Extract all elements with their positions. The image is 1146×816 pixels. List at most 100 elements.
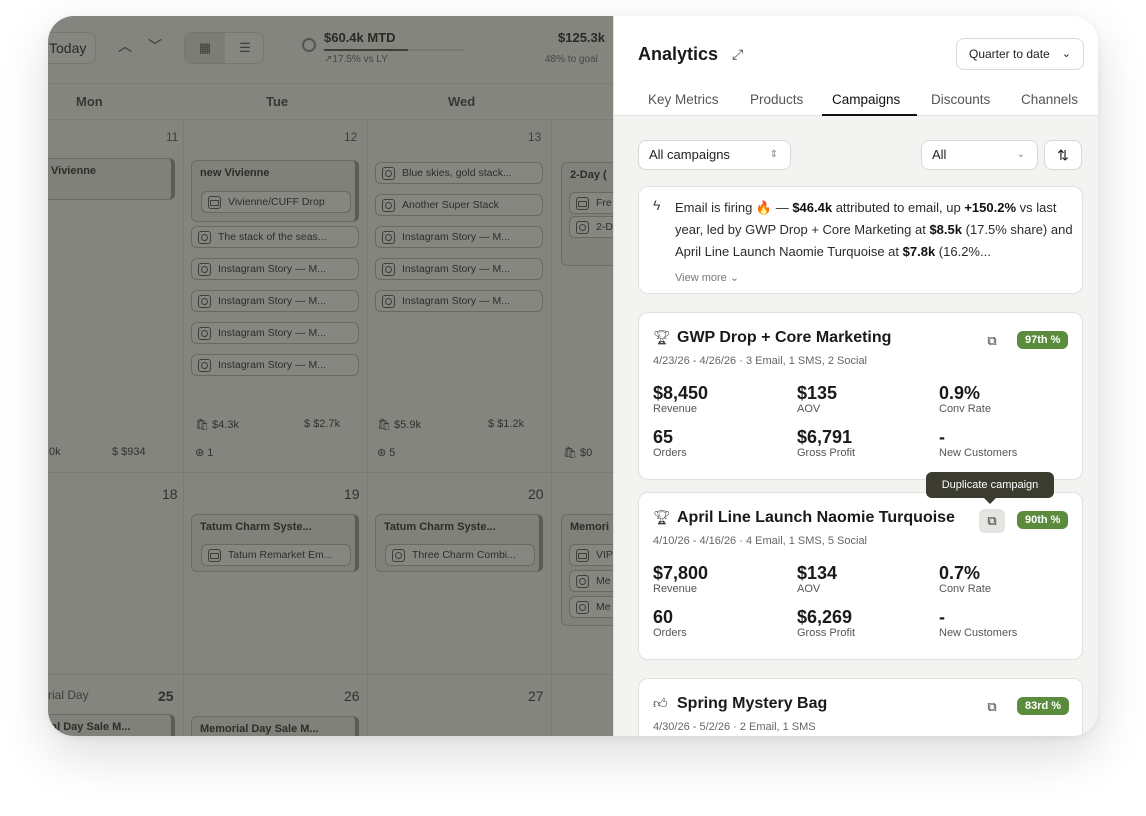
metric-label: New Customers	[939, 627, 1018, 639]
campaign-dates: 4/23/26 - 4/26/26 · 3 Email, 1 SMS, 2 So…	[653, 355, 868, 367]
share-icon	[576, 575, 589, 588]
social-event-chip[interactable]: Instagram Story — M...	[191, 290, 359, 312]
calendar-toolbar: Today ︿ ﹀ ▦ ☰ $60.4k MTD ↗17.5% vs LY $1…	[48, 16, 613, 84]
mtd-progress-bar	[324, 49, 464, 51]
day-header-mon: Mon	[76, 94, 103, 109]
insight-segment: Email is firing 🔥 —	[675, 200, 793, 215]
panel-title: Analytics	[638, 44, 719, 64]
metric-orders: 60 Orders	[653, 607, 687, 640]
calendar-view: Today ︿ ﹀ ▦ ☰ $60.4k MTD ↗17.5% vs LY $1…	[48, 16, 613, 736]
social-event-chip[interactable]: Instagram Story — M...	[375, 290, 543, 312]
view-toggle: ▦ ☰	[184, 32, 264, 64]
stat-value: 5	[389, 447, 396, 459]
grid-line	[48, 472, 613, 473]
insight-segment: (16.2%...	[935, 244, 991, 259]
metric-orders: 65 Orders	[653, 427, 687, 460]
social-event-chip[interactable]: Blue skies, gold stack...	[375, 162, 543, 184]
social-event-chip[interactable]: Three Charm Combi...	[385, 544, 535, 566]
sort-icon[interactable]: ⇅	[1044, 140, 1082, 170]
event-title: Vivienne	[51, 165, 97, 177]
campaign-filter-label: All campaigns	[649, 147, 730, 162]
email-icon	[208, 196, 221, 209]
campaign-title: GWP Drop + Core Marketing	[677, 329, 892, 346]
period-select[interactable]: Quarter to date ⌄	[956, 38, 1084, 70]
view-more-link[interactable]: View more ⌄	[675, 271, 739, 284]
email-event-chip[interactable]: Vivienne/CUFF Drop	[201, 191, 351, 213]
tab-channels[interactable]: Channels	[1021, 92, 1078, 107]
insight-text: Email is firing 🔥 — $46.4k attributed to…	[675, 197, 1075, 263]
instagram-icon	[382, 231, 395, 244]
event-title: new Vivienne	[200, 167, 270, 179]
metric-value: $6,269	[797, 607, 853, 627]
social-event-chip[interactable]: Instagram Story — M...	[191, 258, 359, 280]
social-event-chip[interactable]: Instagram Story — M...	[191, 322, 359, 344]
day-spend-stat: $ $1.2k	[488, 418, 525, 430]
sms-event-chip[interactable]: 2-D	[569, 216, 613, 238]
expand-icon[interactable]: ⤢	[732, 46, 743, 63]
chip-label: VIP	[596, 549, 613, 561]
lightning-icon: ϟ	[653, 197, 661, 213]
app-window: Today ︿ ﹀ ▦ ☰ $60.4k MTD ↗17.5% vs LY $1…	[48, 16, 1098, 736]
event-title: Tatum Charm Syste...	[200, 521, 312, 533]
calendar-event-group[interactable]: 2-Day (	[561, 162, 613, 266]
sms-event-chip[interactable]: Me	[569, 596, 613, 618]
campaign-card[interactable]: 👍︎ Spring Mystery Bag 4/30/26 - 5/2/26 ·…	[638, 678, 1083, 736]
metric-value: $7,800	[653, 563, 709, 583]
chip-label: Tatum Remarket Em...	[228, 549, 333, 561]
chevron-updown-icon: ⇕	[769, 149, 778, 160]
duplicate-tooltip: Duplicate campaign	[926, 472, 1054, 504]
previous-arrow-icon[interactable]: ︿	[118, 36, 132, 56]
grid-view-icon[interactable]: ▦	[185, 33, 225, 63]
calendar-event[interactable]: Memorial Day Sale M...	[191, 716, 359, 736]
day-number: 19	[344, 486, 360, 502]
social-event-chip[interactable]: Another Super Stack	[375, 194, 543, 216]
duplicate-icon[interactable]: ⧉	[979, 509, 1005, 533]
campaign-filter-select[interactable]: All campaigns ⇕	[638, 140, 791, 170]
campaign-card[interactable]: 🏆︎ GWP Drop + Core Marketing 4/23/26 - 4…	[638, 312, 1083, 480]
chip-label: Instagram Story — M...	[218, 359, 326, 371]
mtd-revenue: $60.4k MTD	[324, 30, 396, 45]
day-revenue-stat: .0k	[48, 446, 61, 458]
tab-discounts[interactable]: Discounts	[931, 92, 990, 107]
tab-products[interactable]: Products	[750, 92, 803, 107]
social-event-chip[interactable]: Instagram Story — M...	[375, 226, 543, 248]
event-title: Tatum Charm Syste...	[384, 521, 496, 533]
campaign-card[interactable]: 🏆︎ April Line Launch Naomie Turquoise 4/…	[638, 492, 1083, 660]
day-revenue-stat: 🛍 $4.3k	[195, 419, 239, 431]
metric-revenue: $8,450 Revenue	[653, 383, 708, 416]
sms-icon	[576, 601, 589, 614]
next-arrow-icon[interactable]: ﹀	[148, 36, 162, 56]
today-button[interactable]: Today	[48, 32, 96, 64]
calendar-event[interactable]: Vivienne	[48, 158, 175, 200]
metric-conv-rate: 0.9% Conv Rate	[939, 383, 991, 416]
list-view-icon[interactable]: ☰	[225, 33, 263, 63]
type-filter-select[interactable]: All ⌄	[921, 140, 1038, 170]
email-event-chip[interactable]: VIP	[569, 544, 613, 566]
insight-highlight: +150.2%	[964, 200, 1017, 215]
social-event-chip[interactable]: The stack of the seas...	[191, 226, 359, 248]
duplicate-icon[interactable]: ⧉	[979, 695, 1005, 719]
metric-label: Gross Profit	[797, 627, 856, 639]
duplicate-icon[interactable]: ⧉	[979, 329, 1005, 353]
share-event-chip[interactable]: Me	[569, 570, 613, 592]
tab-campaigns[interactable]: Campaigns	[832, 92, 900, 107]
metric-revenue: $7,800 Revenue	[653, 563, 708, 596]
metric-label: AOV	[797, 403, 821, 415]
email-event-chip[interactable]: Tatum Remarket Em...	[201, 544, 351, 566]
trophy-icon: 🏆︎	[653, 509, 671, 525]
social-event-chip[interactable]: Instagram Story — M...	[375, 258, 543, 280]
social-event-chip[interactable]: Instagram Story — M...	[191, 354, 359, 376]
percentile-badge: 97th %	[1017, 331, 1069, 349]
metric-label: AOV	[797, 583, 821, 595]
instagram-icon	[382, 167, 395, 180]
tab-key-metrics[interactable]: Key Metrics	[648, 92, 719, 107]
chip-label: Instagram Story — M...	[218, 327, 326, 339]
email-icon	[576, 549, 589, 562]
instagram-icon	[198, 359, 211, 372]
chip-label: Instagram Story — M...	[218, 295, 326, 307]
calendar-event[interactable]: al Day Sale M...	[48, 714, 175, 736]
metric-label: Revenue	[653, 403, 698, 415]
email-event-chip[interactable]: Fre	[569, 192, 613, 214]
modal-overlay[interactable]	[48, 16, 613, 736]
metric-label: Conv Rate	[939, 583, 991, 595]
